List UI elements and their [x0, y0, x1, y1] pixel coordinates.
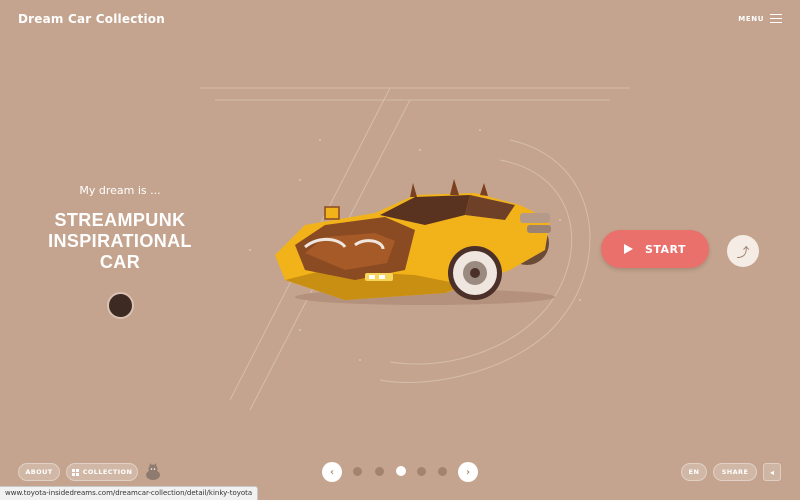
car-title: STREAMPUNK INSPIRATIONAL CAR: [48, 210, 192, 272]
dream-intro: My dream is ...: [79, 184, 161, 197]
prev-button[interactable]: ‹: [322, 462, 342, 482]
steampunk-car-illustration: [275, 179, 555, 305]
pagination-dot[interactable]: [353, 467, 362, 476]
language-label: EN: [688, 468, 700, 476]
grid-icon: [71, 468, 79, 476]
sound-toggle-button[interactable]: ◂: [763, 463, 781, 481]
share-button[interactable]: SHARE: [713, 463, 757, 481]
browser-status-url: www.toyota-insidedreams.com/dreamcar-col…: [0, 486, 259, 500]
share-link-button[interactable]: ⤴: [727, 235, 759, 267]
mascot-icon[interactable]: [143, 461, 163, 481]
start-button[interactable]: START: [601, 230, 709, 268]
menu-label: MENU: [738, 14, 764, 23]
start-label: START: [644, 242, 687, 256]
next-button[interactable]: ›: [458, 462, 478, 482]
play-icon: [623, 244, 633, 254]
collection-label: COLLECTION: [82, 468, 133, 476]
hamburger-icon: [770, 14, 782, 23]
pagination-dot[interactable]: [417, 467, 426, 476]
about-label: ABOUT: [25, 468, 53, 476]
menu-button[interactable]: MENU: [738, 14, 782, 23]
top-bar: Dream Car Collection MENU: [0, 0, 800, 40]
collection-button[interactable]: COLLECTION: [66, 463, 138, 481]
chevron-right-icon: ›: [465, 466, 471, 478]
about-button[interactable]: ABOUT: [18, 463, 60, 481]
speaker-icon: ◂: [769, 467, 774, 477]
site-logo[interactable]: Dream Car Collection: [18, 12, 165, 26]
creator-avatar: [107, 292, 134, 319]
share-label: SHARE: [721, 468, 749, 476]
pagination-dot-active[interactable]: [396, 466, 406, 476]
link-icon: ⤴: [736, 245, 750, 261]
pagination-dot[interactable]: [375, 467, 384, 476]
chevron-left-icon: ‹: [329, 466, 335, 478]
language-button[interactable]: EN: [681, 463, 707, 481]
pagination-dot[interactable]: [438, 467, 447, 476]
